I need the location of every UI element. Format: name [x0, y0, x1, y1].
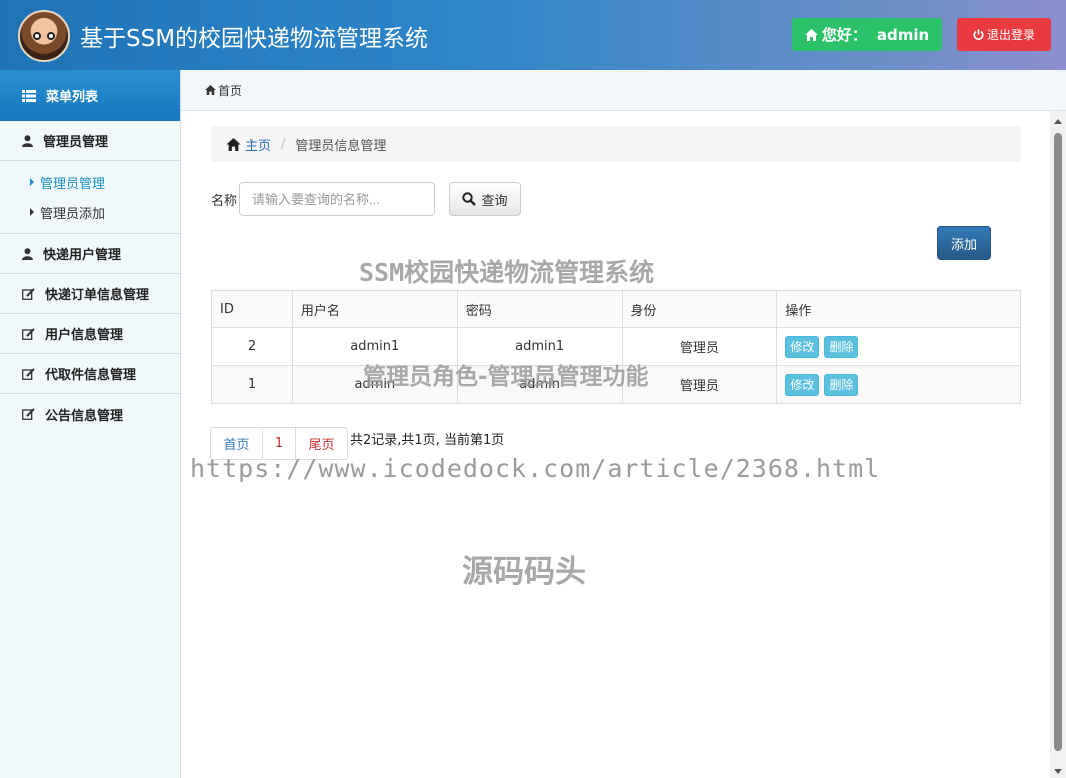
scroll-up-arrow-icon[interactable]	[1054, 119, 1062, 124]
sidebar-group-label: 公告信息管理	[45, 408, 124, 424]
sidebar-group-label: 代取件信息管理	[45, 368, 137, 383]
home-icon	[804, 28, 818, 41]
sidebar-group-label: 快递订单信息管理	[45, 288, 150, 303]
delete-button[interactable]: 删除	[824, 335, 859, 358]
scrollbar[interactable]	[1050, 111, 1066, 778]
pagination-info: 共2记录,共1页, 当前第1页	[350, 433, 505, 448]
watermark-system-name: SSM校园快递物流管理系统	[359, 258, 655, 287]
sidebar-group-pickup[interactable]: 代取件信息管理	[0, 354, 180, 394]
watermark-url: https://www.icodedock.com/article/2368.h…	[190, 454, 881, 483]
query-label: 查询	[481, 193, 508, 209]
caret-right-icon	[30, 208, 34, 216]
greeting-button[interactable]: 您好： admin	[792, 18, 942, 51]
column-header-username: 用户名	[291, 290, 458, 328]
logout-button[interactable]: 退出登录	[957, 18, 1051, 51]
menu-header: 菜单列表	[0, 70, 180, 121]
home-icon	[205, 85, 216, 95]
delete-button[interactable]: 删除	[824, 373, 859, 396]
top-breadcrumb: 首页	[181, 70, 1066, 111]
breadcrumb-home-label: 主页	[245, 138, 272, 154]
scroll-down-arrow-icon[interactable]	[1054, 769, 1062, 774]
edit-icon	[22, 327, 35, 340]
logout-label: 退出登录	[986, 28, 1035, 42]
user-icon	[22, 134, 33, 147]
app-header: 基于SSM的校园快递物流管理系统 您好： admin 退出登录	[0, 0, 1066, 70]
table-header-row: ID 用户名 密码 身份 操作	[211, 290, 1021, 328]
search-label: 名称	[211, 194, 238, 209]
sidebar-group-label: 用户信息管理	[45, 328, 124, 343]
sidebar-group-user-info[interactable]: 用户信息管理	[0, 314, 180, 354]
edit-button[interactable]: 修改	[785, 335, 820, 358]
sidebar-item-admin-manage[interactable]: 管理员管理	[0, 167, 180, 197]
home-icon	[226, 137, 241, 151]
search-icon	[462, 192, 477, 206]
sidebar-group-orders[interactable]: 快递订单信息管理	[0, 274, 180, 314]
sidebar-group-admin[interactable]: 管理员管理	[0, 121, 180, 161]
column-header-id: ID	[211, 290, 293, 328]
breadcrumb-current: 管理员信息管理	[295, 138, 387, 154]
greeting-username: admin	[876, 25, 930, 44]
watermark-brand: 源码码头	[462, 554, 586, 590]
sidebar-item-label: 管理员添加	[40, 206, 106, 222]
cell-actions: 修改 删除	[776, 327, 1021, 366]
column-header-password: 密码	[456, 290, 623, 328]
avatar	[18, 10, 70, 62]
sidebar-item-admin-add[interactable]: 管理员添加	[0, 197, 180, 227]
app-title: 基于SSM的校园快递物流管理系统	[80, 26, 429, 52]
edit-button[interactable]: 修改	[785, 373, 820, 396]
search-input[interactable]	[239, 182, 435, 216]
sidebar-group-label: 管理员管理	[43, 135, 109, 150]
greeting-text: 您好：	[821, 26, 867, 44]
admin-submenu: 管理员管理 管理员添加	[0, 161, 180, 234]
user-icon	[22, 247, 33, 260]
edit-icon	[22, 287, 35, 300]
sidebar-item-label: 管理员管理	[40, 176, 106, 192]
cell-actions: 修改 删除	[776, 365, 1021, 404]
watermark-feature: 管理员角色-管理员管理功能	[363, 364, 649, 390]
sidebar-group-label: 快递用户管理	[43, 248, 122, 263]
sidebar-group-courier-users[interactable]: 快递用户管理	[0, 234, 180, 274]
power-icon	[973, 29, 984, 40]
menu-title: 菜单列表	[46, 90, 99, 105]
add-button[interactable]: 添加	[937, 226, 991, 260]
sidebar-group-notices[interactable]: 公告信息管理	[0, 394, 180, 434]
column-header-actions: 操作	[776, 290, 1021, 328]
topbar-home-link[interactable]: 首页	[218, 82, 242, 99]
breadcrumb-home-link[interactable]: 主页	[226, 135, 271, 154]
query-button[interactable]: 查询	[449, 182, 521, 216]
list-icon	[22, 89, 36, 102]
scrollbar-thumb[interactable]	[1054, 133, 1062, 751]
cell-id: 2	[211, 327, 293, 366]
caret-right-icon	[30, 178, 34, 186]
breadcrumb-separator: /	[281, 136, 286, 152]
edit-icon	[22, 408, 35, 420]
column-header-role: 身份	[621, 290, 778, 328]
sidebar: 菜单列表 管理员管理 管理员管理 管理员添加 快递用户管理 快递订单信息管理 用…	[0, 70, 181, 778]
edit-icon	[22, 367, 35, 380]
cell-id: 1	[211, 365, 293, 404]
breadcrumb: 主页 / 管理员信息管理	[211, 126, 1021, 162]
